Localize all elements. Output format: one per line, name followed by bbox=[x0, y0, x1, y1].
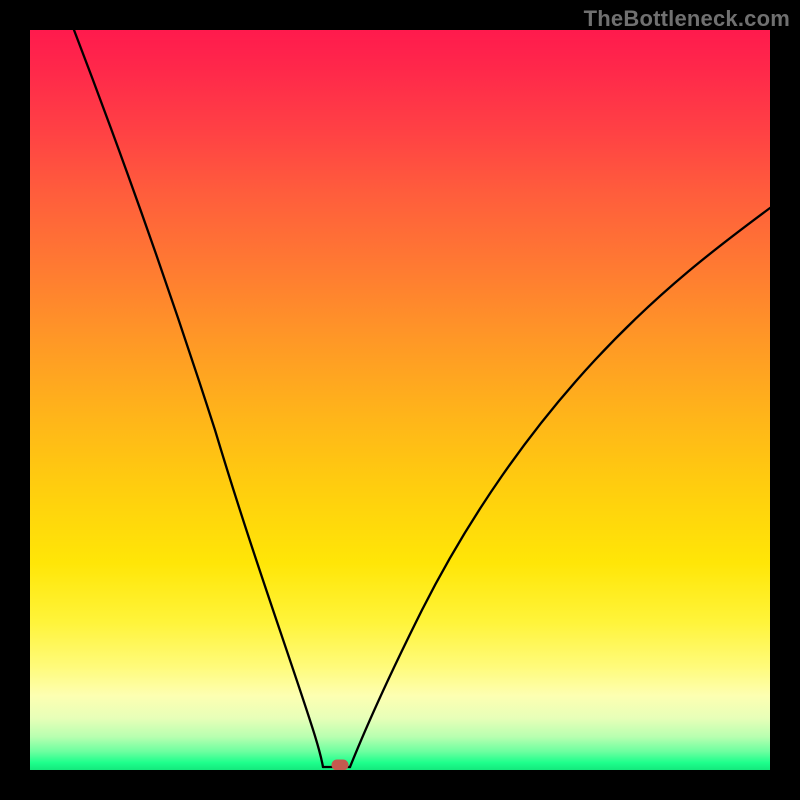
optimal-point-marker bbox=[332, 760, 348, 770]
curve-right-branch bbox=[350, 208, 770, 767]
watermark-text: TheBottleneck.com bbox=[584, 6, 790, 32]
plot-area bbox=[30, 30, 770, 770]
curve-left-branch bbox=[74, 30, 323, 767]
bottleneck-curve bbox=[74, 30, 770, 767]
curve-layer bbox=[30, 30, 770, 770]
chart-frame: TheBottleneck.com bbox=[0, 0, 800, 800]
